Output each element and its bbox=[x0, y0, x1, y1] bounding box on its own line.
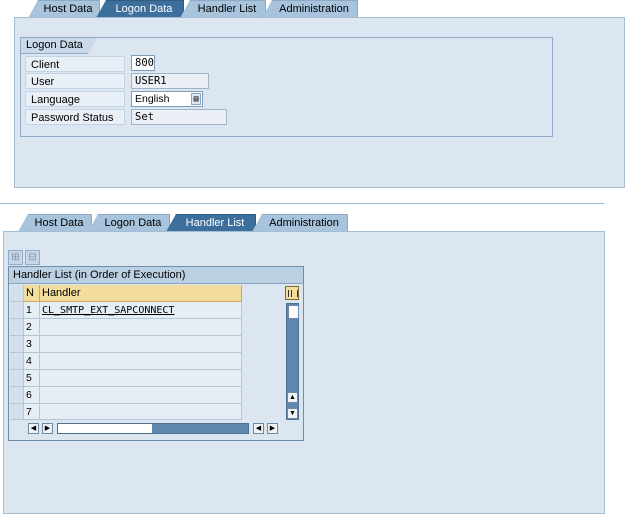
logon-data-panel: Host Data Logon Data Handler List Admini… bbox=[0, 0, 625, 188]
table-cell-handler[interactable] bbox=[40, 387, 242, 404]
scroll-up-icon[interactable]: ▲ bbox=[287, 392, 298, 403]
row-selector[interactable] bbox=[10, 336, 24, 353]
table-cell-n: 5 bbox=[24, 370, 40, 387]
handler-link[interactable]: CL_SMTP_EXT_SAPCONNECT bbox=[42, 305, 174, 316]
tab-handler-list[interactable]: Handler List bbox=[166, 214, 256, 232]
row-selector-header[interactable] bbox=[10, 285, 24, 302]
scroll-left-icon[interactable]: ◀ bbox=[28, 423, 39, 434]
table-cell-handler[interactable] bbox=[40, 336, 242, 353]
insert-row-icon[interactable]: ⊞ bbox=[8, 250, 23, 265]
logon-data-content: Logon Data Client 800 User USER1 Languag… bbox=[14, 17, 625, 188]
logon-data-group: Logon Data Client 800 User USER1 Languag… bbox=[20, 37, 553, 137]
panel-top-border bbox=[0, 203, 604, 204]
table-cell-handler[interactable] bbox=[40, 353, 242, 370]
column-header-handler[interactable]: Handler bbox=[40, 285, 242, 302]
scroll-right-icon[interactable]: ▶ bbox=[42, 423, 53, 434]
vertical-scroll-thumb[interactable] bbox=[288, 305, 299, 319]
handler-list-content: ⊞ ⊟ Handler List (in Order of Execution)… bbox=[3, 231, 605, 514]
table-cell-n: 7 bbox=[24, 404, 40, 420]
handler-list-panel: Host Data Logon Data Handler List Admini… bbox=[0, 203, 625, 514]
dropdown-icon[interactable]: ▤ bbox=[191, 93, 201, 105]
table-cell-n: 6 bbox=[24, 387, 40, 404]
password-status-label: Password Status bbox=[25, 109, 125, 125]
vertical-scrollbar[interactable]: ▲ ▼ bbox=[286, 303, 299, 420]
tab-host-data[interactable]: Host Data bbox=[18, 214, 92, 232]
horizontal-scrollbar[interactable] bbox=[57, 423, 249, 434]
table-cell-n: 4 bbox=[24, 353, 40, 370]
user-label: User bbox=[25, 73, 125, 89]
scroll-left-end-icon[interactable]: ◀ bbox=[253, 423, 264, 434]
table-cell-handler[interactable]: CL_SMTP_EXT_SAPCONNECT bbox=[40, 302, 242, 319]
language-field[interactable]: English ▤ bbox=[131, 91, 203, 107]
horizontal-scroll-thumb[interactable] bbox=[58, 424, 152, 433]
scroll-right-end-icon[interactable]: ▶ bbox=[267, 423, 278, 434]
password-status-field: Set bbox=[131, 109, 227, 125]
table-settings-glyph bbox=[288, 290, 298, 297]
table-cell-handler[interactable] bbox=[40, 404, 242, 420]
top-tabstrip: Host Data Logon Data Handler List Admini… bbox=[0, 0, 625, 18]
tab-logon-data[interactable]: Logon Data bbox=[96, 0, 184, 18]
tab-administration[interactable]: Administration bbox=[262, 0, 358, 18]
table-cell-n: 1 bbox=[24, 302, 40, 319]
language-label: Language bbox=[25, 91, 125, 107]
tab-handler-list[interactable]: Handler List bbox=[180, 0, 266, 18]
tab-logon-data[interactable]: Logon Data bbox=[88, 214, 170, 232]
table-cell-handler[interactable] bbox=[40, 319, 242, 336]
table-cell-n: 2 bbox=[24, 319, 40, 336]
table-cell-handler[interactable] bbox=[40, 370, 242, 387]
group-title: Logon Data bbox=[20, 37, 98, 54]
row-selector[interactable] bbox=[10, 370, 24, 387]
handler-table: Handler List (in Order of Execution) N H… bbox=[8, 266, 304, 441]
row-selector[interactable] bbox=[10, 404, 24, 420]
row-selector[interactable] bbox=[10, 353, 24, 370]
bottom-tabstrip: Host Data Logon Data Handler List Admini… bbox=[0, 214, 625, 232]
scroll-down-icon[interactable]: ▼ bbox=[287, 408, 298, 419]
row-selector[interactable] bbox=[10, 387, 24, 404]
table-settings-glyph-mid bbox=[291, 290, 292, 297]
row-selector[interactable] bbox=[10, 302, 24, 319]
client-label: Client bbox=[25, 56, 125, 72]
user-field[interactable]: USER1 bbox=[131, 73, 209, 89]
tab-host-data[interactable]: Host Data bbox=[28, 0, 100, 18]
client-field[interactable]: 800 bbox=[131, 55, 155, 71]
row-selector[interactable] bbox=[10, 319, 24, 336]
table-cell-n: 3 bbox=[24, 336, 40, 353]
table-settings-icon[interactable] bbox=[285, 286, 299, 300]
table-title: Handler List (in Order of Execution) bbox=[9, 267, 303, 284]
language-value: English bbox=[135, 93, 170, 105]
delete-row-icon[interactable]: ⊟ bbox=[25, 250, 40, 265]
tab-administration[interactable]: Administration bbox=[252, 214, 348, 232]
column-header-n[interactable]: N bbox=[24, 285, 40, 302]
